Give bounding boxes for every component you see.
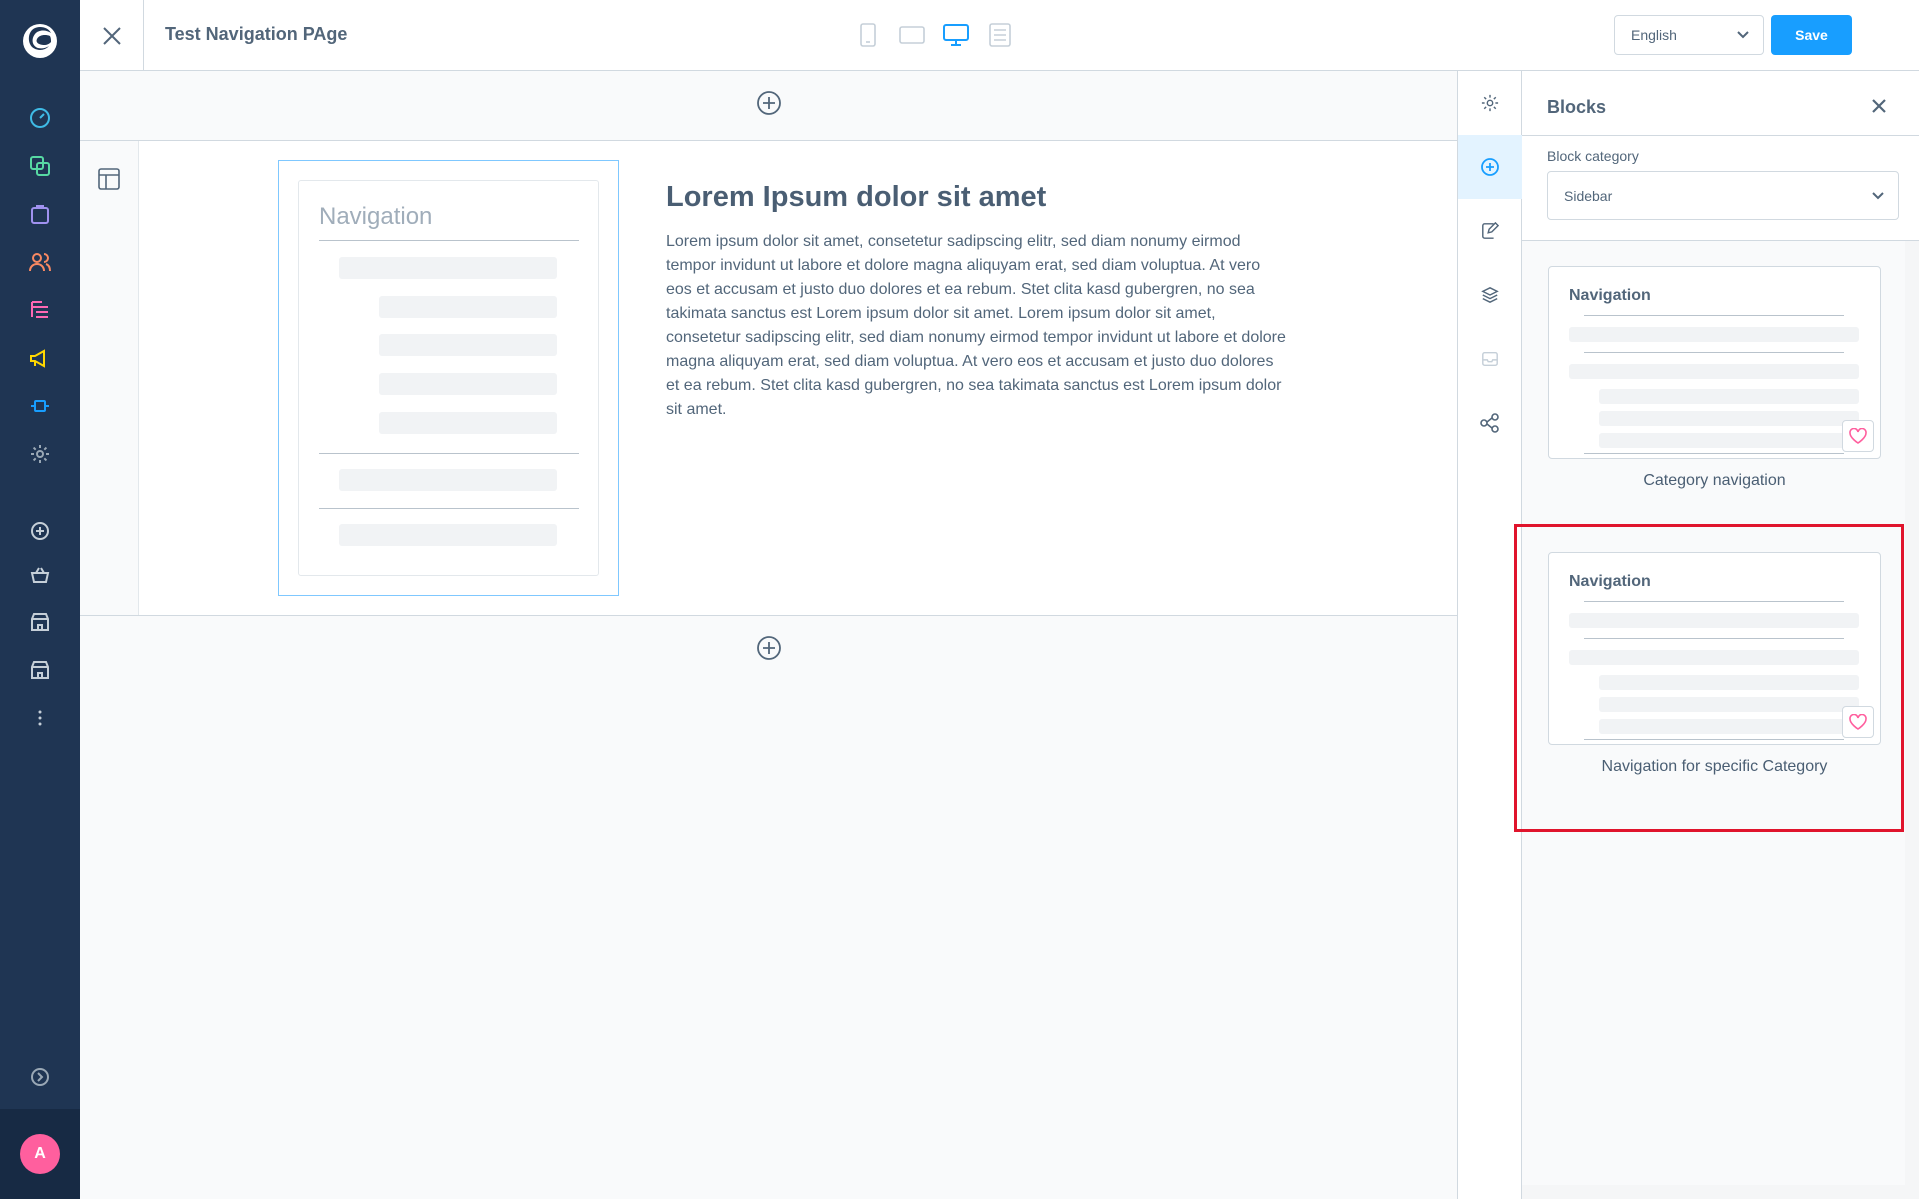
skeleton-line xyxy=(1599,411,1859,426)
share-icon xyxy=(1480,413,1500,433)
block-category-value: Sidebar xyxy=(1564,187,1613,204)
edit-document-icon xyxy=(1481,222,1499,240)
storefront-icon[interactable] xyxy=(27,609,53,635)
horizontal-scrollbar[interactable] xyxy=(1522,1185,1905,1199)
skeleton-line xyxy=(1569,327,1859,342)
divider xyxy=(319,240,579,241)
gear-icon xyxy=(1481,94,1499,112)
block-card-label[interactable]: Category navigation xyxy=(1548,472,1881,490)
marketing-icon[interactable] xyxy=(27,345,53,371)
divider xyxy=(1584,315,1844,316)
heart-icon xyxy=(1849,428,1867,444)
admin-sidebar: A xyxy=(0,0,80,1199)
desktop-icon[interactable] xyxy=(943,22,969,48)
favorite-button[interactable] xyxy=(1842,420,1874,452)
add-icon[interactable] xyxy=(27,518,53,544)
skeleton-line xyxy=(339,257,557,279)
chevron-down-icon xyxy=(1737,31,1749,39)
blocks-panel-header: Blocks xyxy=(1522,71,1919,136)
chevron-down-icon xyxy=(1872,191,1884,200)
sidebar-tool-rail xyxy=(1457,71,1522,1199)
catalogue-icon[interactable] xyxy=(27,153,53,179)
close-editor-button[interactable] xyxy=(80,0,144,71)
orders-icon[interactable] xyxy=(27,201,53,227)
navigation-block-title: Navigation xyxy=(319,203,433,230)
divider xyxy=(319,453,579,454)
rail-edit-button[interactable] xyxy=(1458,199,1522,263)
extensions-icon[interactable] xyxy=(27,393,53,419)
editor-canvas: Navigation Lorem Ipsum dolor sit amet Lo… xyxy=(80,71,1457,1199)
basket-icon[interactable] xyxy=(27,562,53,588)
skeleton-line xyxy=(339,524,557,546)
dashboard-icon[interactable] xyxy=(27,105,53,131)
add-section-top-button[interactable] xyxy=(80,90,1457,116)
tablet-icon[interactable] xyxy=(899,22,925,48)
language-select-value: English xyxy=(1631,27,1677,43)
blocks-panel-title: Blocks xyxy=(1547,97,1607,117)
skeleton-line xyxy=(379,373,557,395)
skeleton-line xyxy=(379,334,557,356)
inbox-icon xyxy=(1481,350,1499,368)
block-card-preview-title: Navigation xyxy=(1569,287,1651,304)
language-select[interactable]: English xyxy=(1614,15,1764,55)
storefront-2-icon[interactable] xyxy=(27,657,53,683)
skeleton-line xyxy=(1599,389,1859,404)
rail-blocks-button[interactable] xyxy=(1458,135,1522,199)
block-card-category-navigation[interactable]: Navigation xyxy=(1548,266,1881,459)
highlight-annotation xyxy=(1514,524,1904,832)
skeleton-line xyxy=(379,296,557,318)
add-section-bottom-button[interactable] xyxy=(80,635,1457,661)
list-view-icon[interactable] xyxy=(987,22,1013,48)
section-layout-icon[interactable] xyxy=(97,167,121,191)
rail-layers-button[interactable] xyxy=(1458,263,1522,327)
skeleton-line xyxy=(1599,433,1859,448)
rail-settings-button[interactable] xyxy=(1458,71,1522,135)
vertical-scrollbar[interactable] xyxy=(1905,241,1919,1199)
close-panel-icon[interactable] xyxy=(1872,99,1886,113)
block-category-label: Block category xyxy=(1547,148,1639,164)
device-switcher xyxy=(855,22,1013,48)
rail-inbox-button[interactable] xyxy=(1458,327,1522,391)
section-gutter xyxy=(80,141,139,615)
divider xyxy=(1584,453,1844,454)
plus-circle-icon xyxy=(756,90,782,116)
shopware-logo-icon[interactable] xyxy=(20,21,60,61)
skeleton-line xyxy=(339,469,557,491)
settings-icon[interactable] xyxy=(27,441,53,467)
rail-share-button[interactable] xyxy=(1458,391,1522,455)
expand-sidebar-icon[interactable] xyxy=(27,1064,53,1090)
divider xyxy=(1584,352,1844,353)
text-block-body: Lorem ipsum dolor sit amet, consetetur s… xyxy=(666,233,1286,418)
plus-circle-icon xyxy=(756,635,782,661)
close-icon xyxy=(102,26,122,46)
save-button[interactable]: Save xyxy=(1771,15,1852,55)
page-title: Test Navigation PAge xyxy=(165,24,348,44)
customers-icon[interactable] xyxy=(27,249,53,275)
navigation-block-preview: Navigation xyxy=(298,180,599,576)
divider xyxy=(319,508,579,509)
block-category-select[interactable]: Sidebar xyxy=(1547,171,1899,220)
navigation-block[interactable]: Navigation xyxy=(278,160,619,596)
text-block[interactable]: Lorem Ipsum dolor sit amet Lorem ipsum d… xyxy=(666,181,1286,422)
skeleton-line xyxy=(1569,364,1859,379)
text-block-heading: Lorem Ipsum dolor sit amet xyxy=(666,181,1047,213)
more-icon[interactable] xyxy=(27,705,53,731)
skeleton-line xyxy=(379,412,557,434)
content-icon[interactable] xyxy=(27,297,53,323)
mobile-icon[interactable] xyxy=(855,22,881,48)
layers-icon xyxy=(1481,286,1499,304)
user-avatar[interactable]: A xyxy=(20,1134,60,1174)
plus-circle-icon xyxy=(1480,157,1500,177)
editor-topbar: Test Navigation PAge English Save xyxy=(80,0,1919,71)
content-section[interactable]: Navigation Lorem Ipsum dolor sit amet Lo… xyxy=(80,140,1457,616)
